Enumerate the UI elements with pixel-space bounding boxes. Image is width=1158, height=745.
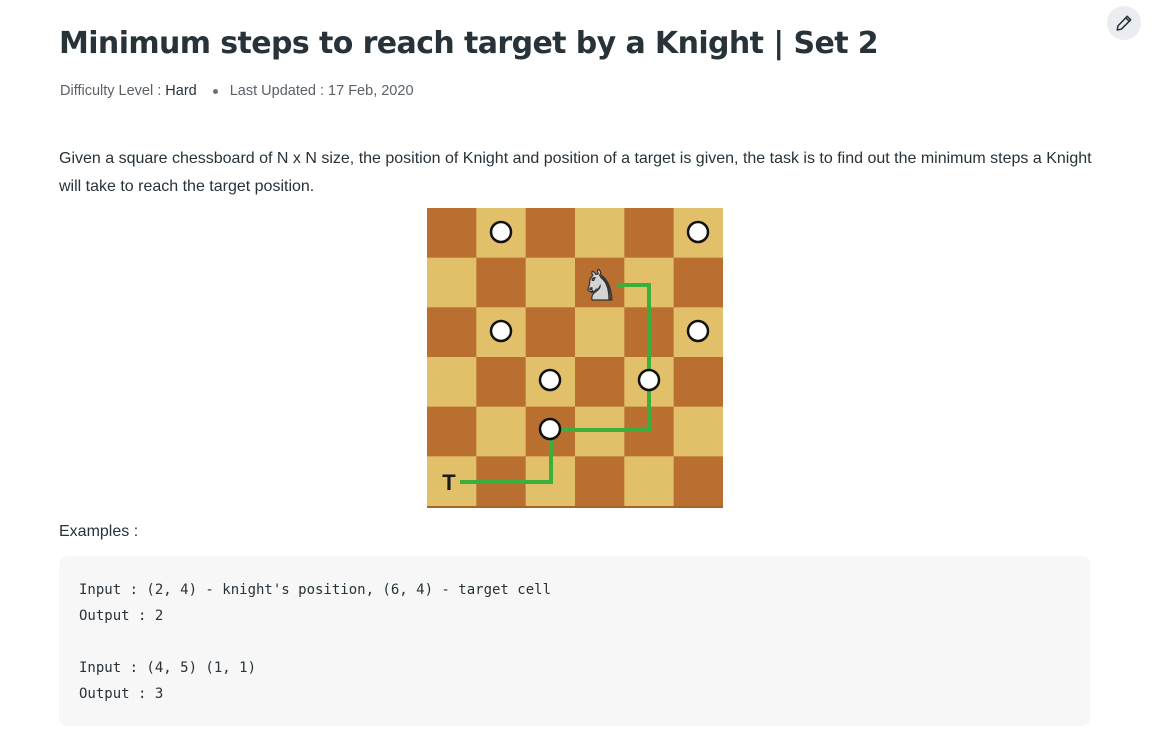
board-square: [673, 257, 723, 308]
board-square: [624, 208, 675, 259]
board-square: [575, 208, 625, 259]
pencil-icon: [1116, 15, 1132, 31]
target-label: T: [442, 470, 456, 495]
board-square: [525, 307, 576, 358]
edit-button[interactable]: [1107, 6, 1141, 40]
examples-label: Examples :: [59, 523, 139, 540]
code-line: Output : 2: [79, 608, 164, 624]
board-square: [476, 357, 527, 408]
board-square: [427, 406, 477, 457]
board-square: [427, 357, 477, 408]
knight-move-circle: [489, 319, 513, 343]
board-square: [575, 357, 625, 408]
board-square: [673, 406, 723, 457]
board-square: [575, 456, 625, 507]
code-line: Input : (4, 5) (1, 1): [79, 660, 257, 676]
code-line: Output : 3: [79, 686, 164, 702]
chessboard-figure: ♞ T: [427, 208, 723, 508]
difficulty-value[interactable]: Hard: [165, 83, 196, 99]
code-line: Input : (2, 4) - knight's position, (6, …: [79, 582, 552, 598]
board-squares: [427, 208, 723, 507]
updated-label: Last Updated :: [229, 83, 325, 99]
meta-separator-dot: [212, 88, 218, 94]
knight-move-circle: [489, 220, 513, 244]
knight-move-circle: [637, 368, 661, 392]
board-square: [427, 208, 477, 259]
board-square: [476, 257, 527, 308]
board-square: [673, 357, 723, 408]
board-square: [427, 307, 477, 358]
knight-move-circle: [538, 368, 562, 392]
board-square: [476, 406, 527, 457]
board-square: [575, 307, 625, 358]
knight-move-circle: [686, 319, 710, 343]
page-title: Minimum steps to reach target by a Knigh…: [59, 26, 879, 61]
article-meta: Difficulty Level : Hard Last Updated : 1…: [60, 83, 414, 99]
board-square: [427, 257, 477, 308]
board-square: [525, 208, 576, 259]
updated-value: 17 Feb, 2020: [328, 83, 414, 99]
knight-move-circle: [538, 417, 562, 441]
problem-description: Given a square chessboard of N x N size,…: [59, 150, 1092, 195]
examples-code-block: Input : (2, 4) - knight's position, (6, …: [59, 556, 1090, 726]
knight-icon: ♞: [581, 261, 619, 310]
difficulty-label: Difficulty Level :: [60, 83, 162, 99]
board-square: [525, 257, 576, 308]
board-square: [673, 456, 723, 507]
knight-move-circle: [686, 220, 710, 244]
board-square: [624, 456, 675, 507]
